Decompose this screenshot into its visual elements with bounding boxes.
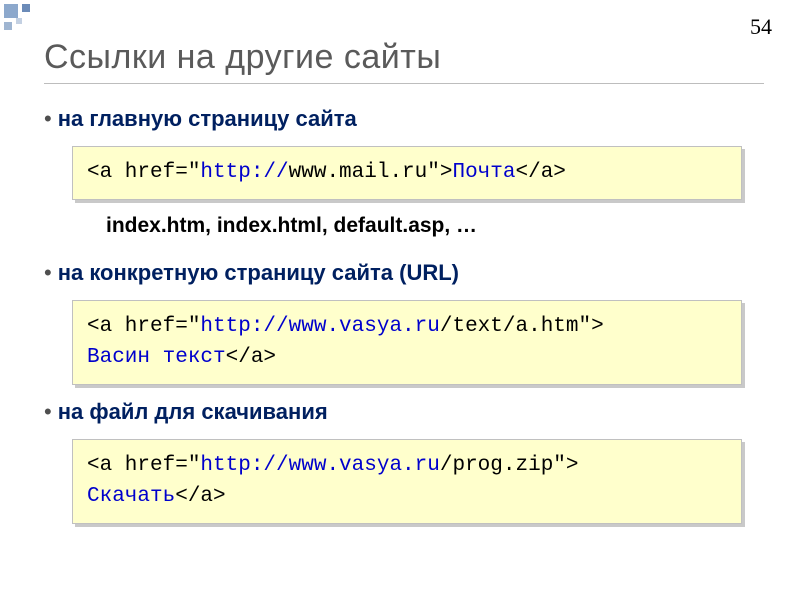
code-segment: Почта bbox=[452, 161, 515, 184]
bullet-dot-icon: • bbox=[44, 108, 52, 130]
bullet-text: на файл для скачивания bbox=[58, 399, 328, 425]
code-example: <a href="http://www.vasya.ru/text/a.htm"… bbox=[72, 300, 742, 385]
page-number: 54 bbox=[750, 14, 772, 40]
code-segment: http://www.vasya.ru bbox=[200, 454, 439, 477]
code-segment: <a href=" bbox=[87, 454, 200, 477]
bullet-text: на главную страницу сайта bbox=[58, 106, 357, 132]
code-segment: <a href=" bbox=[87, 315, 200, 338]
code-segment: Васин текст bbox=[87, 346, 226, 369]
code-segment: http://www.vasya.ru bbox=[200, 315, 439, 338]
code-segment: Скачать bbox=[87, 485, 175, 508]
bullet-item: • на конкретную страницу сайта (URL) bbox=[44, 260, 768, 286]
slide-title: Ссылки на другие сайты bbox=[44, 38, 768, 77]
bullet-text: на конкретную страницу сайта (URL) bbox=[58, 260, 459, 286]
bullet-item: • на главную страницу сайта bbox=[44, 106, 768, 132]
code-segment: </a> bbox=[515, 161, 565, 184]
code-segment: </a> bbox=[226, 346, 276, 369]
code-segment: <a href=" bbox=[87, 161, 200, 184]
code-segment: /text/a.htm"> bbox=[440, 315, 604, 338]
slide-corner-decoration bbox=[0, 0, 48, 48]
bullet-dot-icon: • bbox=[44, 262, 52, 284]
bullet-dot-icon: • bbox=[44, 401, 52, 423]
title-underline bbox=[44, 83, 764, 84]
sub-note: index.htm, index.html, default.asp, … bbox=[106, 214, 768, 238]
code-example: <a href="http://www.mail.ru">Почта</a> bbox=[72, 146, 742, 200]
code-example: <a href="http://www.vasya.ru/prog.zip"> … bbox=[72, 439, 742, 524]
slide-content: Ссылки на другие сайты • на главную стра… bbox=[0, 0, 800, 524]
code-segment: /prog.zip"> bbox=[440, 454, 579, 477]
code-segment: http:// bbox=[200, 161, 288, 184]
bullet-item: • на файл для скачивания bbox=[44, 399, 768, 425]
code-segment: </a> bbox=[175, 485, 225, 508]
code-segment: www.mail.ru"> bbox=[289, 161, 453, 184]
